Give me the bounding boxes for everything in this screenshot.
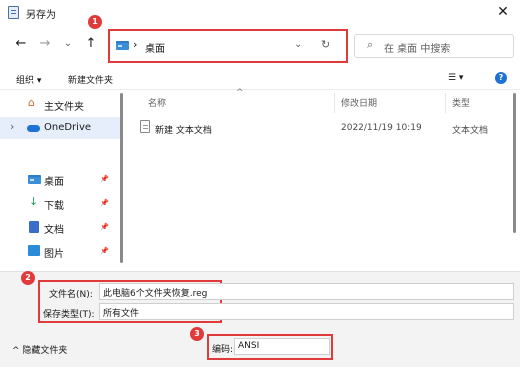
file-type: 文本文档 bbox=[452, 126, 489, 136]
sidebar-item-label: 图片 bbox=[44, 249, 64, 260]
sidebar-item-label: 主文件夹 bbox=[44, 102, 84, 113]
sidebar-item-label: 文档 bbox=[44, 225, 64, 236]
window-title: 另存为 bbox=[26, 10, 56, 21]
view-options-button[interactable]: ☰ ▾ bbox=[448, 73, 463, 83]
sidebar-item-downloads[interactable]: ↓ 下载 📌 bbox=[0, 192, 120, 214]
annotation-badge-2: 2 bbox=[21, 271, 35, 285]
filename-label: 文件名(N): bbox=[49, 290, 93, 300]
new-folder-button[interactable]: 新建文件夹 bbox=[68, 73, 113, 86]
pin-icon: 📌 bbox=[100, 199, 109, 207]
address-dropdown-icon[interactable]: ⌄ bbox=[294, 39, 302, 50]
sidebar-item-label: 桌面 bbox=[44, 177, 64, 188]
column-divider[interactable] bbox=[334, 93, 335, 113]
home-icon: ⌂ bbox=[28, 96, 35, 109]
recent-locations-button[interactable]: ⌄ bbox=[61, 36, 75, 52]
column-header-name[interactable]: 名称 bbox=[148, 96, 166, 109]
filetype-select[interactable]: 所有文件 bbox=[99, 303, 514, 320]
organize-menu[interactable]: 组织 ▾ bbox=[16, 73, 41, 86]
help-icon[interactable]: ? bbox=[495, 72, 507, 84]
address-chevron-icon[interactable]: › bbox=[133, 38, 137, 51]
close-button[interactable]: ✕ bbox=[490, 2, 516, 24]
sidebar-item-documents[interactable]: 文档 📌 bbox=[0, 216, 120, 238]
sidebar-item-label: 下载 bbox=[44, 201, 64, 212]
refresh-icon[interactable]: ↻ bbox=[321, 38, 330, 51]
document-icon bbox=[29, 221, 39, 233]
cloud-icon bbox=[27, 125, 40, 132]
title-bar bbox=[0, 0, 520, 26]
notepad-icon bbox=[8, 6, 19, 19]
search-placeholder: 在 桌面 中搜索 bbox=[384, 44, 451, 55]
text-document-icon bbox=[140, 120, 150, 133]
encoding-label: 编码: bbox=[212, 345, 234, 355]
column-divider[interactable] bbox=[445, 93, 446, 113]
column-header-type[interactable]: 类型 bbox=[452, 96, 470, 109]
back-button[interactable]: ← bbox=[14, 36, 28, 52]
sidebar-scrollbar[interactable] bbox=[120, 93, 123, 263]
desktop-icon bbox=[28, 175, 41, 184]
address-path[interactable]: 桌面 bbox=[145, 40, 165, 55]
file-modified: 2022/11/19 10:19 bbox=[341, 123, 422, 133]
pin-icon: 📌 bbox=[100, 247, 109, 255]
expand-chevron-icon[interactable]: › bbox=[10, 120, 14, 133]
sidebar-item-pictures[interactable]: 图片 📌 bbox=[0, 240, 120, 262]
column-header-modified[interactable]: 修改日期 bbox=[341, 96, 377, 109]
encoding-select[interactable]: ANSI bbox=[234, 338, 330, 355]
file-name[interactable]: 新建 文本文档 bbox=[155, 123, 212, 136]
sidebar-item-desktop[interactable]: 桌面 📌 bbox=[0, 168, 120, 190]
sidebar-item-onedrive[interactable]: › OneDrive bbox=[0, 117, 120, 139]
image-icon bbox=[28, 245, 40, 256]
sort-indicator-icon: ^ bbox=[236, 88, 244, 98]
forward-button[interactable]: → bbox=[38, 36, 52, 52]
download-icon: ↓ bbox=[29, 195, 39, 208]
annotation-badge-1: 1 bbox=[88, 15, 102, 29]
annotation-badge-3: 3 bbox=[190, 327, 204, 341]
sidebar-item-label: OneDrive bbox=[44, 122, 92, 133]
hide-folders-toggle[interactable]: ^ 隐藏文件夹 bbox=[12, 343, 67, 356]
list-scrollbar[interactable] bbox=[513, 93, 516, 233]
up-button[interactable]: ↑ bbox=[84, 36, 98, 52]
sidebar-item-home[interactable]: ⌂ 主文件夹 bbox=[0, 93, 120, 115]
search-icon: ⌕ bbox=[367, 38, 374, 51]
pin-icon: 📌 bbox=[100, 223, 109, 231]
filename-input[interactable]: 此电脑6个文件夹恢复.reg bbox=[99, 283, 514, 300]
filetype-label: 保存类型(T): bbox=[43, 310, 95, 320]
pin-icon: 📌 bbox=[100, 175, 109, 183]
desktop-folder-icon bbox=[116, 41, 129, 50]
